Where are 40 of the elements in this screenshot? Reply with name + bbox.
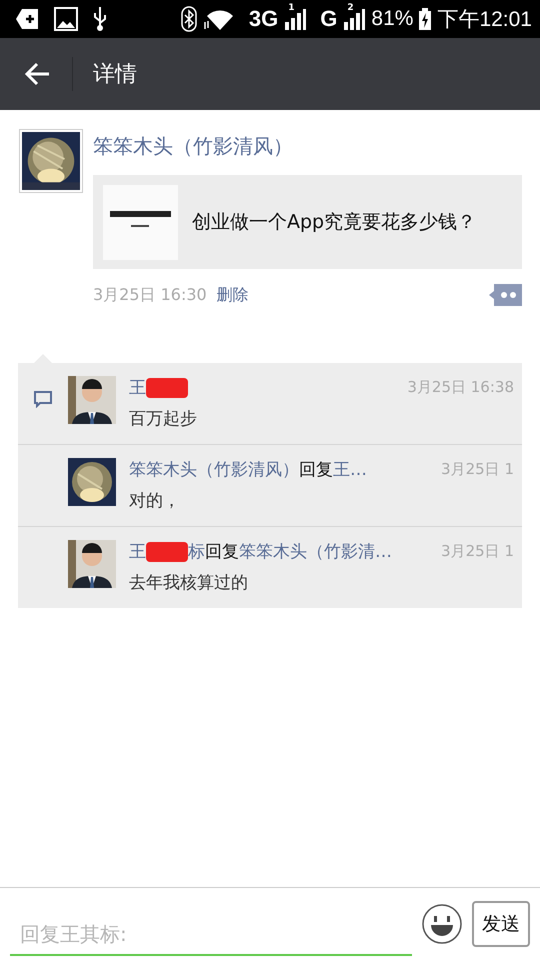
page-title: 详情 <box>93 61 137 89</box>
comment-menu-icon[interactable] <box>489 284 522 306</box>
sim-label: 2 <box>347 3 354 13</box>
bluetooth-icon <box>180 6 197 32</box>
image-icon <box>54 7 78 31</box>
comment-text: 百万起步 <box>129 408 198 430</box>
send-button[interactable]: 发送 <box>472 901 530 947</box>
notification-icon <box>16 8 40 30</box>
reply-target-name[interactable]: 王… <box>333 458 367 481</box>
commenter-name[interactable]: 笨笨木头（竹影清风） <box>129 458 299 481</box>
reply-target-name[interactable]: 笨笨木头（竹影清… <box>239 540 392 563</box>
commenter-name[interactable]: 王 <box>129 540 146 563</box>
clock: 下午12:01 <box>437 7 532 33</box>
link-card[interactable]: 创业做一个App究竟要花多少钱？ <box>93 175 522 269</box>
sim-label: 1 <box>288 3 295 13</box>
comment-text: 对的， <box>129 490 181 512</box>
network-type: 3G <box>248 6 278 32</box>
reply-label: 回复 <box>299 459 333 481</box>
signal-icon <box>343 8 366 30</box>
signal-icon <box>284 8 306 30</box>
comment-time: 3月25日 1 <box>441 460 514 479</box>
commenter-name[interactable]: 标 <box>188 540 205 563</box>
battery-level: 81% <box>371 7 414 31</box>
delete-link[interactable]: 删除 <box>216 284 249 306</box>
comment-icon <box>34 391 52 408</box>
wifi-icon <box>202 8 235 30</box>
battery-charging-icon <box>419 8 432 30</box>
link-title: 创业做一个App究竟要花多少钱？ <box>192 210 476 235</box>
back-icon[interactable] <box>24 62 50 86</box>
reply-label: 回复 <box>205 541 239 563</box>
emoji-icon[interactable] <box>422 904 462 944</box>
comment-time: 3月25日 1 <box>441 542 514 561</box>
comment-time: 3月25日 16:38 <box>407 378 514 397</box>
network-type: G <box>320 6 338 32</box>
commenter-name[interactable]: 王 <box>129 376 146 399</box>
post-time: 3月25日 16:30 <box>93 284 207 306</box>
reply-input[interactable]: 回复王其标: <box>10 906 412 956</box>
author-name[interactable]: 笨笨木头（竹影清风） <box>93 131 293 161</box>
comment-text: 去年我核算过的 <box>129 572 249 594</box>
usb-icon <box>92 6 108 32</box>
